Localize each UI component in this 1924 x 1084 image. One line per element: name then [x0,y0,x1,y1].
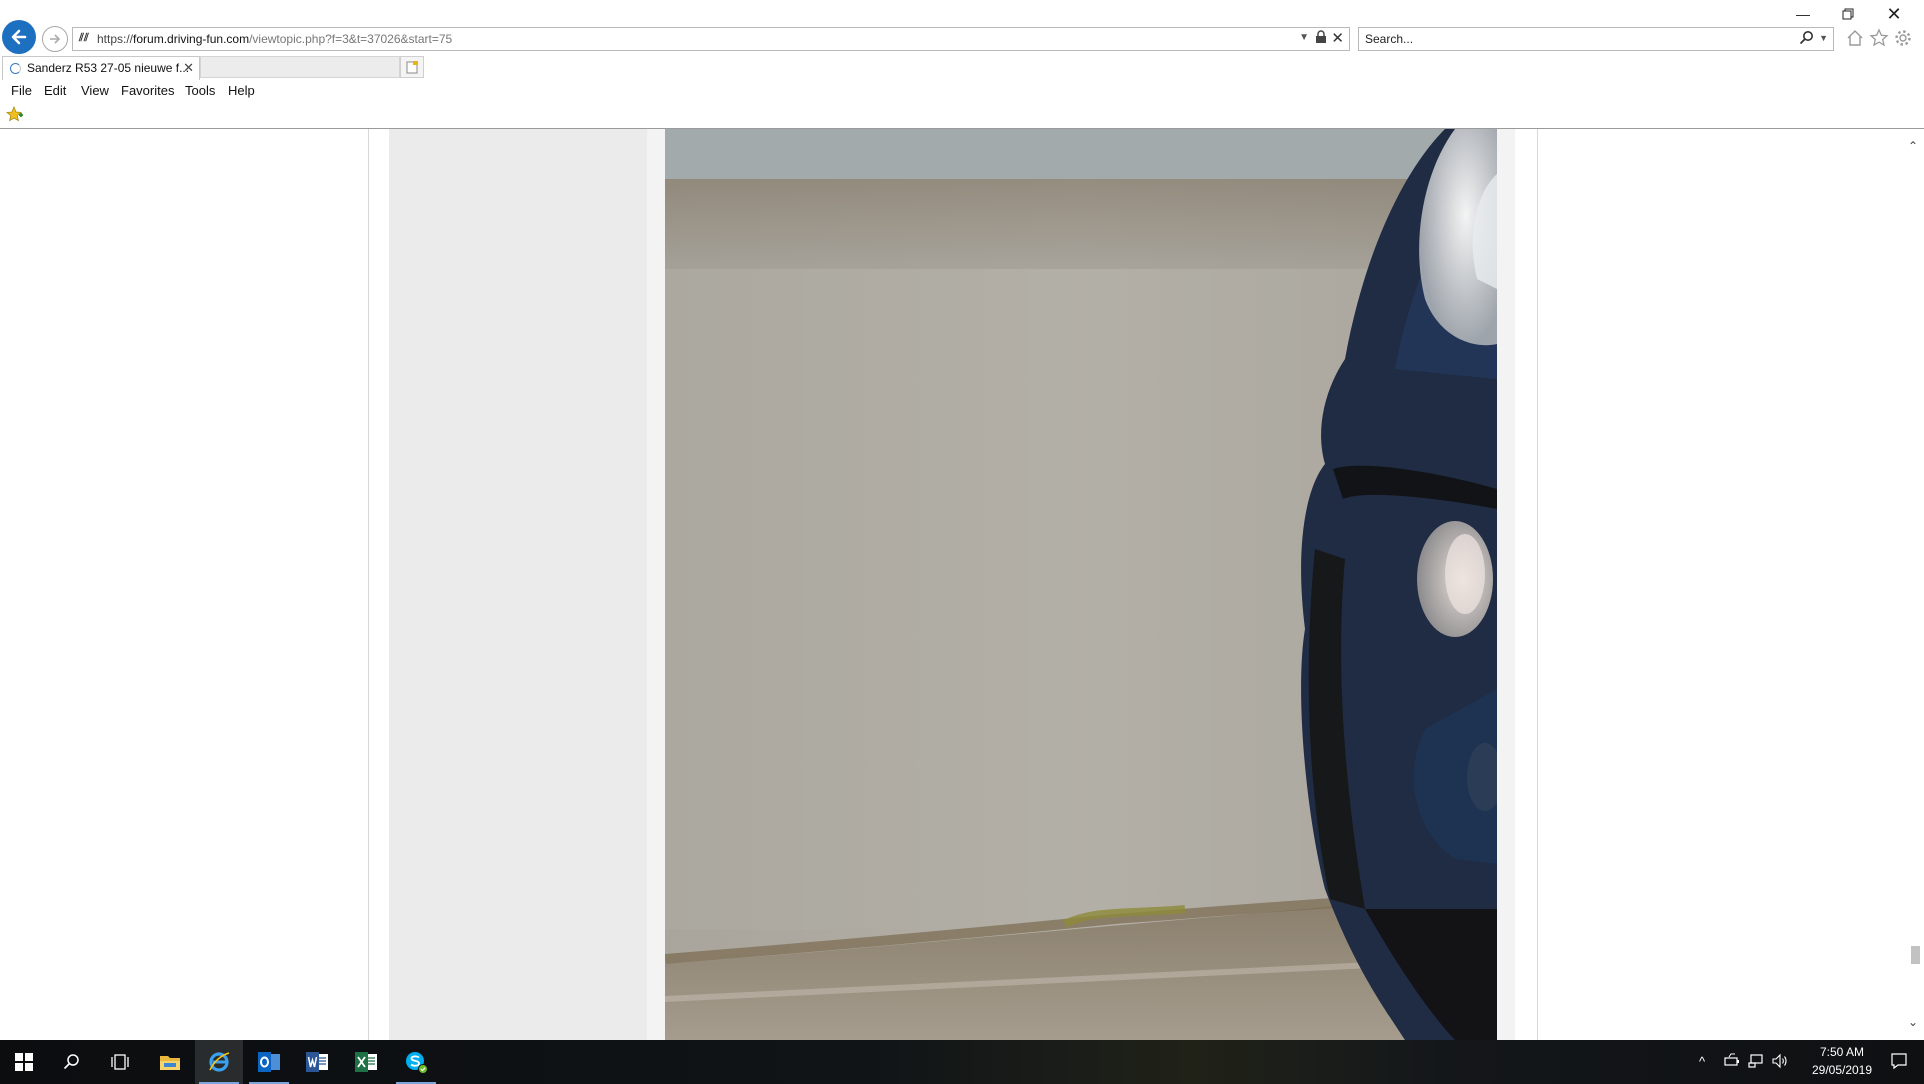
menu-view[interactable]: View [81,83,109,98]
system-tray: ^ 7:50 AM 29/05/2019 [1684,1040,1924,1084]
browser-toolbar: ⫽⫽ https://forum.driving-fun.com/viewtop… [0,0,1924,56]
add-favorite-icon[interactable] [5,105,24,125]
site-icon: ⫽⫽ [79,32,89,44]
loading-spinner-icon [10,63,21,74]
tab-strip: Sanderz R53 27-05 nieuwe f... ✕ [0,56,1924,80]
action-center-icon[interactable] [1890,1052,1908,1073]
clock-time[interactable]: 7:50 AM [1807,1045,1877,1059]
file-explorer-icon [160,1056,180,1070]
tab-close-icon[interactable]: ✕ [183,60,194,76]
back-arrow-icon [11,29,27,45]
forward-arrow-icon [50,34,61,44]
internet-explorer-icon [209,1052,230,1072]
new-tab-button[interactable] [400,56,424,78]
search-icon[interactable] [1799,30,1815,49]
menu-tools[interactable]: Tools [185,83,215,98]
address-url[interactable]: https://forum.driving-fun.com/viewtopic.… [97,32,452,46]
tab-empty-area [200,56,400,78]
word-icon [306,1052,328,1072]
photo-of-car-front [665,129,1497,1040]
search-input[interactable]: Search... ▼ [1358,27,1834,51]
clock-date[interactable]: 29/05/2019 [1807,1063,1877,1077]
home-icon[interactable] [1845,28,1865,48]
menu-favorites[interactable]: Favorites [121,83,174,98]
excel-icon [355,1052,377,1072]
search-dropdown-icon[interactable]: ▼ [1819,33,1828,43]
start-button[interactable] [0,1040,48,1084]
post-profile-column [389,129,647,1040]
scroll-down-icon[interactable]: ⌄ [1908,1015,1918,1029]
settings-gear-icon[interactable] [1893,28,1913,48]
search-placeholder: Search... [1365,32,1414,46]
post-image[interactable] [665,129,1497,1040]
task-view-button[interactable] [96,1040,144,1084]
windows-taskbar: ^ 7:50 AM 29/05/2019 [0,1040,1924,1084]
back-button[interactable] [2,20,36,54]
windows-start-icon [15,1053,33,1071]
restore-icon [1842,8,1854,20]
taskbar-word[interactable] [293,1040,341,1084]
scroll-up-icon[interactable]: ⌃ [1908,139,1918,153]
favorites-star-icon[interactable] [1869,28,1889,48]
menu-edit[interactable]: Edit [44,83,66,98]
address-dropdown-icon[interactable]: ▼ [1299,32,1309,43]
menu-bar: File Edit View Favorites Tools Help [0,80,1924,102]
minimize-button[interactable]: — [1792,4,1814,24]
forward-button[interactable] [42,26,68,52]
outlook-icon [258,1052,280,1072]
restore-button[interactable] [1837,4,1859,24]
taskbar-skype[interactable] [392,1040,440,1084]
lock-icon[interactable] [1315,30,1327,47]
network-icon[interactable] [1748,1053,1764,1069]
address-bar[interactable]: ⫽⫽ https://forum.driving-fun.com/viewtop… [72,27,1350,51]
taskbar-excel[interactable] [342,1040,390,1084]
battery-icon[interactable] [1724,1053,1740,1069]
taskbar-outlook[interactable] [245,1040,293,1084]
taskbar-internet-explorer[interactable] [195,1040,243,1084]
vertical-scrollbar[interactable]: ⌃ ⌄ [1904,129,1924,1040]
stop-icon[interactable]: ✕ [1331,29,1344,47]
tab-active[interactable]: Sanderz R53 27-05 nieuwe f... ✕ [2,56,200,80]
new-tab-icon [406,60,418,73]
taskbar-file-explorer[interactable] [146,1040,194,1084]
close-button[interactable]: ✕ [1883,4,1905,24]
page-viewport [0,129,1904,1040]
favorites-bar [0,102,1924,129]
taskbar-search-button[interactable] [48,1040,96,1084]
task-view-icon [111,1054,129,1070]
show-hidden-icons-icon[interactable]: ^ [1699,1054,1705,1069]
tab-title: Sanderz R53 27-05 nieuwe f... [27,61,190,75]
skype-icon [406,1052,428,1074]
scrollbar-thumb[interactable] [1911,946,1920,964]
taskbar-search-icon [63,1054,79,1070]
menu-help[interactable]: Help [228,83,255,98]
menu-file[interactable]: File [11,83,32,98]
volume-icon[interactable] [1772,1053,1788,1069]
